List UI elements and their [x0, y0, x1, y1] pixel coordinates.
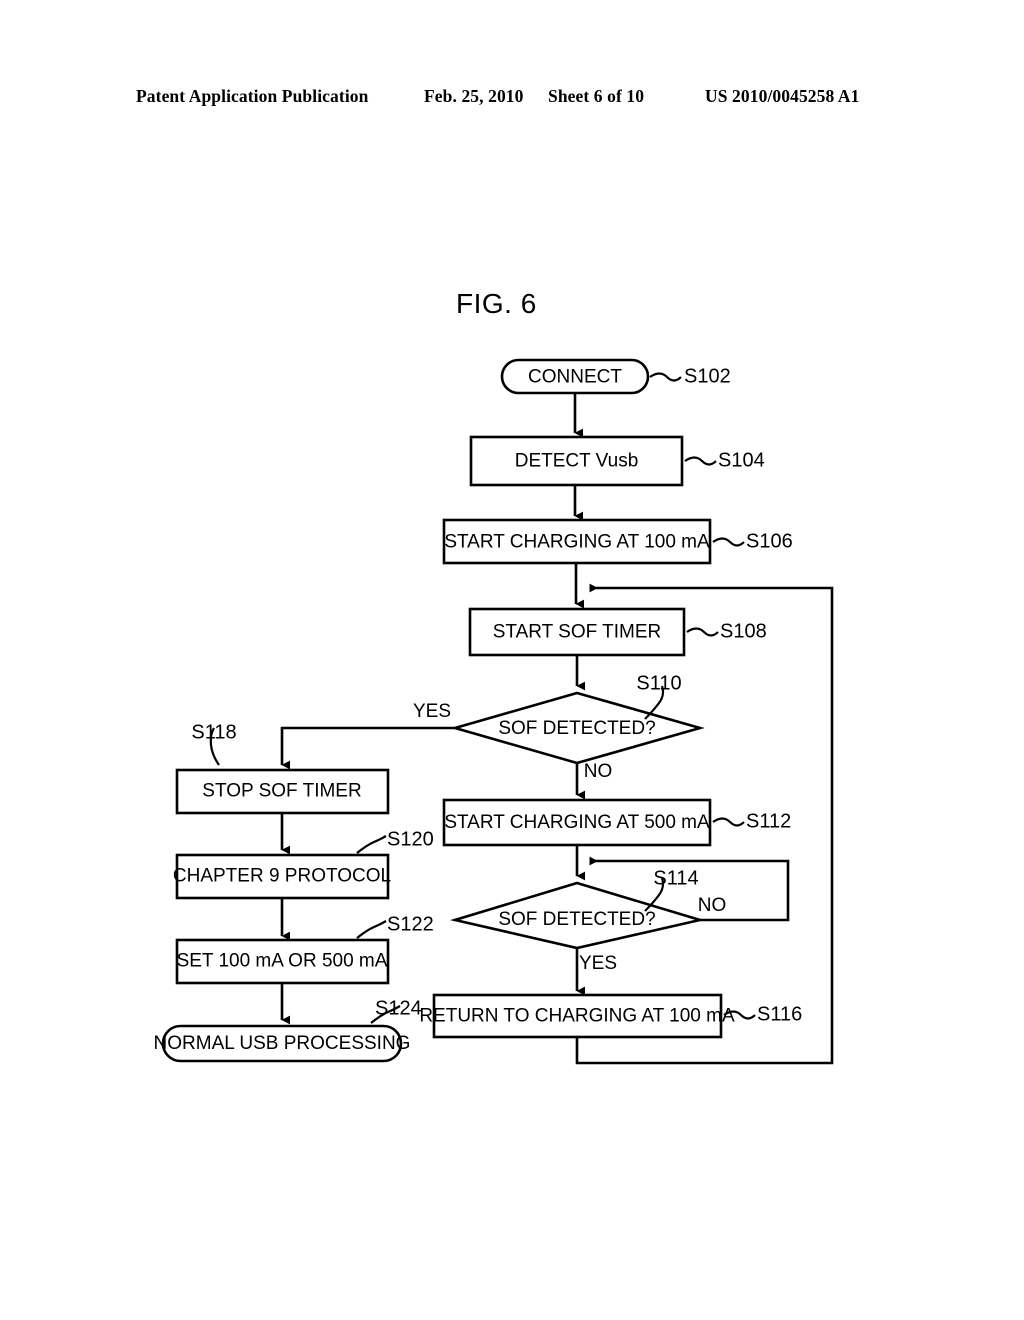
leader-s106	[712, 537, 745, 547]
step-id-s124: S124	[375, 997, 422, 1019]
branch-label-s114-no: NO	[698, 895, 727, 916]
connector-s110-yes-to-s118	[280, 726, 455, 770]
step-id-s102: S102	[684, 365, 731, 387]
node-s110-label: SOF DETECTED?	[498, 718, 655, 739]
flowchart-diagram: CONNECT S102 DETECT Vusb S104 START CHAR…	[154, 358, 834, 1065]
step-id-s108: S108	[720, 620, 767, 642]
node-s102-label: CONNECT	[528, 367, 622, 388]
node-s118-label: STOP SOF TIMER	[202, 781, 361, 802]
step-id-s122: S122	[387, 913, 434, 935]
leader-s112	[712, 817, 745, 827]
node-s122-label: SET 100 mA OR 500 mA	[177, 951, 388, 972]
step-id-s114: S114	[653, 867, 698, 889]
node-s108-label: START SOF TIMER	[493, 622, 662, 643]
patent-page: Patent Application Publication Feb. 25, …	[0, 0, 1024, 1320]
leader-s120	[356, 835, 387, 854]
step-id-s120: S120	[387, 828, 434, 850]
branch-label-s110-yes: YES	[413, 701, 451, 722]
branch-label-s114-yes: YES	[579, 953, 617, 974]
node-s124-label: NORMAL USB PROCESSING	[154, 1033, 411, 1054]
leader-s102	[649, 372, 682, 382]
node-s116-label: RETURN TO CHARGING AT 100 mA	[419, 1006, 735, 1027]
figure-6: FIG. 6 CONNECT S102 DETECT Vusb S104 STA…	[0, 0, 1024, 1320]
step-id-s112: S112	[746, 810, 791, 832]
leader-s104	[684, 456, 717, 466]
step-id-s110: S110	[636, 672, 681, 694]
step-id-s104: S104	[718, 449, 765, 471]
node-s120-label: CHAPTER 9 PROTOCOL	[173, 866, 391, 887]
step-id-s106: S106	[746, 530, 793, 552]
node-s114-label: SOF DETECTED?	[498, 909, 655, 930]
branch-label-s110-no: NO	[584, 761, 613, 782]
step-id-s116: S116	[757, 1003, 802, 1025]
leader-s108	[686, 627, 719, 637]
leader-s122	[356, 920, 387, 939]
node-s106-label: START CHARGING AT 100 mA	[444, 532, 710, 553]
step-id-s118: S118	[191, 721, 236, 743]
node-s104-label: DETECT Vusb	[515, 451, 639, 472]
node-s112-label: START CHARGING AT 500 mA	[444, 812, 710, 833]
